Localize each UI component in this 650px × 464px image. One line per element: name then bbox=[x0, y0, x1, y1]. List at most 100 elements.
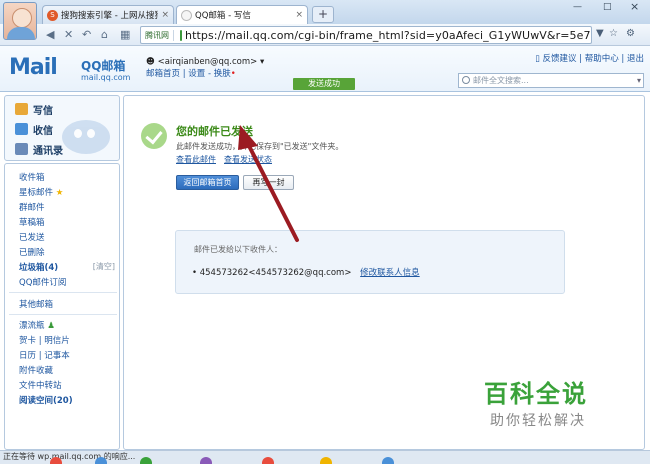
inbox-check-button[interactable]: 收信 bbox=[15, 122, 53, 137]
compose-icon bbox=[15, 103, 28, 115]
address-bar[interactable]: 腾讯网 https://mail.qq.com/cgi-bin/frame_ht… bbox=[140, 26, 592, 44]
compose-label: 写信 bbox=[33, 105, 53, 117]
search-dropdown-icon[interactable]: ▾ bbox=[637, 74, 641, 87]
logo-mail-text: Mail bbox=[9, 55, 58, 80]
folder-divider bbox=[9, 314, 117, 315]
tab-title: QQ邮箱 - 写信 bbox=[195, 11, 251, 21]
sent-links: 查看此邮件 查看发送状态 bbox=[176, 154, 280, 165]
folder-deleted[interactable]: 已删除 bbox=[19, 246, 45, 258]
tab-qqmail[interactable]: QQ邮箱 - 写信 × bbox=[176, 5, 308, 24]
drift-bottle-label: 漂流瓶 bbox=[19, 321, 45, 331]
view-mail-link[interactable]: 查看此邮件 bbox=[176, 155, 216, 164]
watermark-subtitle: 助你轻松解决 bbox=[490, 413, 586, 429]
close-window-button[interactable]: × bbox=[630, 0, 639, 13]
taskbar-app-icon[interactable] bbox=[200, 457, 212, 464]
compose-button[interactable]: 写信 bbox=[15, 102, 53, 117]
user-icon: ☻ bbox=[146, 57, 158, 67]
dropdown-icon[interactable]: ▼ bbox=[596, 28, 604, 39]
folder-group[interactable]: 群邮件 bbox=[19, 201, 45, 213]
search-icon bbox=[462, 76, 470, 84]
taskbar-app-icon[interactable] bbox=[320, 457, 332, 464]
user-avatar[interactable] bbox=[3, 2, 37, 40]
contacts-button[interactable]: 通讯录 bbox=[15, 142, 63, 157]
search-input[interactable]: 邮件全文搜索... ▾ bbox=[458, 73, 644, 88]
taskbar-strip bbox=[0, 457, 650, 464]
url-text[interactable]: https://mail.qq.com/cgi-bin/frame_html?s… bbox=[185, 29, 591, 42]
inbox-check-label: 收信 bbox=[33, 125, 53, 137]
back-icon[interactable]: ◀ bbox=[46, 28, 54, 41]
taskbar-app-icon[interactable] bbox=[140, 457, 152, 464]
watermark-title: 百科全说 bbox=[484, 380, 588, 408]
undo-icon[interactable]: ↶ bbox=[82, 28, 91, 41]
browser-navbar: ◀ ✕ ↶ ⌂ ▦ 腾讯网 https://mail.qq.com/cgi-bi… bbox=[0, 24, 650, 46]
user-links[interactable]: 邮箱首页 | 设置 - 换肤 bbox=[146, 69, 231, 79]
browser-titlebar: S 搜狗搜索引擎 - 上网从搜狗 × QQ邮箱 - 写信 × + — □ × bbox=[0, 0, 650, 40]
secure-lock-icon bbox=[180, 29, 182, 41]
folder-other-mailboxes[interactable]: 其他邮箱 bbox=[19, 298, 53, 310]
taskbar-app-icon[interactable] bbox=[382, 457, 394, 464]
success-check-icon bbox=[141, 123, 167, 149]
tab-title: 搜狗搜索引擎 - 上网从搜狗 bbox=[61, 11, 159, 21]
tab-close-icon[interactable]: × bbox=[295, 10, 303, 20]
folder-list: 收件箱 星标邮件 ★ 群邮件 草稿箱 已发送 已删除 垃圾箱(4) [清空] Q… bbox=[4, 163, 120, 450]
top-links-text[interactable]: 反馈建议 | 帮助中心 | 退出 bbox=[542, 54, 644, 64]
home-icon[interactable]: ⌂ bbox=[101, 28, 108, 41]
qqmail-logo[interactable]: Mail QQ邮箱 mail.qq.com bbox=[9, 55, 133, 87]
qq-mascot-icon bbox=[62, 120, 110, 154]
write-again-button[interactable]: 再写一封 bbox=[243, 175, 294, 190]
view-status-link[interactable]: 查看发送状态 bbox=[224, 155, 272, 164]
mail-header: Mail QQ邮箱 mail.qq.com ☻ <airqianben@qq.c… bbox=[0, 46, 650, 92]
edit-contact-link[interactable]: 修改联系人信息 bbox=[360, 268, 420, 278]
folder-sent[interactable]: 已发送 bbox=[19, 231, 45, 243]
user-email[interactable]: <airqianben@qq.com> bbox=[158, 57, 258, 67]
folder-file-transfer[interactable]: 文件中转站 bbox=[19, 379, 62, 391]
folder-reading-space[interactable]: 阅读空间(20) bbox=[19, 394, 73, 406]
bullet: • bbox=[192, 268, 198, 278]
tab-sogou[interactable]: S 搜狗搜索引擎 - 上网从搜狗 × bbox=[42, 5, 174, 24]
taskbar-app-icon[interactable] bbox=[262, 457, 274, 464]
recipient-address: 454573262<454573262@qq.com> bbox=[199, 268, 352, 278]
search-placeholder: 邮件全文搜索... bbox=[473, 76, 529, 85]
folder-starred-label: 星标邮件 bbox=[19, 188, 54, 198]
folder-inbox[interactable]: 收件箱 bbox=[19, 171, 45, 183]
star-bookmark-icon[interactable]: ☆ bbox=[609, 28, 618, 39]
folder-subscriptions[interactable]: QQ邮件订阅 bbox=[19, 276, 66, 288]
recipient-title: 邮件已发给以下收件人： bbox=[194, 245, 282, 254]
site-label: 腾讯网 bbox=[141, 29, 174, 41]
folder-starred[interactable]: 星标邮件 ★ bbox=[19, 186, 63, 198]
sogou-favicon-icon: S bbox=[47, 9, 58, 21]
return-home-button[interactable]: 返回邮箱首页 bbox=[176, 175, 239, 190]
tools-wrench-icon[interactable]: ⚙ bbox=[626, 28, 635, 39]
taskbar-app-icon[interactable] bbox=[95, 457, 107, 464]
folder-attachments[interactable]: 附件收藏 bbox=[19, 364, 53, 376]
contacts-icon bbox=[15, 143, 28, 155]
new-tab-button[interactable]: + bbox=[312, 6, 334, 23]
bottle-icon: ♟ bbox=[47, 321, 55, 331]
folder-drafts[interactable]: 草稿箱 bbox=[19, 216, 45, 228]
logo-qq-text: QQ邮箱 bbox=[81, 59, 126, 73]
stop-icon[interactable]: ✕ bbox=[64, 28, 73, 41]
inbox-icon bbox=[15, 123, 28, 135]
sent-description: 此邮件发送成功，并已保存到"已发送"文件夹。 bbox=[176, 142, 344, 151]
qqmail-favicon-icon bbox=[181, 9, 192, 21]
recipient-row: • 454573262<454573262@qq.com> 修改联系人信息 bbox=[192, 266, 420, 278]
maximize-button[interactable]: □ bbox=[603, 2, 612, 12]
folder-spam[interactable]: 垃圾箱(4) bbox=[19, 261, 58, 273]
minimize-button[interactable]: — bbox=[573, 2, 582, 12]
folder-cards[interactable]: 贺卡 | 明信片 bbox=[19, 334, 70, 346]
tab-close-icon[interactable]: × bbox=[161, 10, 169, 20]
folder-drift-bottle[interactable]: 漂流瓶 ♟ bbox=[19, 319, 55, 331]
taskbar-app-icon[interactable] bbox=[50, 457, 62, 464]
grid-icon[interactable]: ▦ bbox=[120, 28, 130, 41]
contacts-label: 通讯录 bbox=[33, 145, 63, 157]
notify-dot-icon: • bbox=[230, 69, 236, 79]
folder-calendar[interactable]: 日历 | 记事本 bbox=[19, 349, 70, 361]
sent-success-badge: 发送成功 bbox=[293, 78, 355, 90]
clear-spam-link[interactable]: [清空] bbox=[93, 261, 115, 272]
user-block: ☻ <airqianben@qq.com> ▾ 邮箱首页 | 设置 - 换肤• bbox=[146, 57, 265, 79]
top-links[interactable]: ▯ 反馈建议 | 帮助中心 | 退出 bbox=[535, 52, 644, 64]
folder-divider bbox=[9, 292, 117, 293]
sent-title: 您的邮件已发送 bbox=[176, 125, 253, 138]
logo-domain-text: mail.qq.com bbox=[81, 73, 131, 82]
star-icon: ★ bbox=[55, 188, 64, 198]
